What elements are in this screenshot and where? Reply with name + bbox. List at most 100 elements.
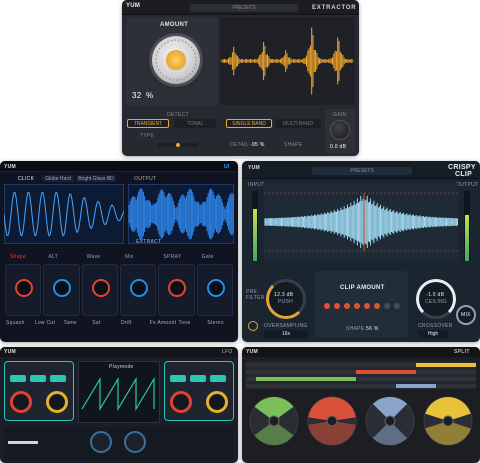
lfo-bottom-slider[interactable] bbox=[8, 441, 38, 444]
module-tile[interactable] bbox=[5, 264, 42, 316]
module-tab[interactable]: Shape bbox=[10, 254, 26, 260]
control-label: Fx Amount bbox=[149, 320, 177, 326]
module-tile[interactable] bbox=[120, 264, 157, 316]
module-knob[interactable] bbox=[130, 279, 149, 297]
clip-amount-dot[interactable] bbox=[344, 303, 350, 309]
lfo-left-section bbox=[4, 361, 74, 421]
gain-knob[interactable] bbox=[331, 121, 349, 139]
click-toggle[interactable]: CLICK bbox=[18, 176, 34, 182]
control-label: Low Cut bbox=[34, 320, 56, 326]
lfo-bottom-strip bbox=[4, 427, 234, 459]
brand-logo: YUM bbox=[126, 3, 141, 9]
mix-label: MIX bbox=[461, 312, 471, 318]
module-tile[interactable] bbox=[196, 264, 233, 316]
crispy-clip-plugin-window: YUM PRESETS CRISPY CLIP INPUT OUTPUT 12.… bbox=[242, 161, 480, 342]
lfo-right-button-2[interactable] bbox=[190, 375, 206, 382]
mode-single-band-button[interactable]: SINGLE BAND bbox=[226, 119, 272, 128]
lfo-left-button-2[interactable] bbox=[30, 375, 46, 382]
module-tab[interactable]: Gate bbox=[202, 254, 214, 260]
control-label: Tame bbox=[63, 320, 77, 326]
lfo-right-section bbox=[164, 361, 234, 421]
crossover-value: High bbox=[427, 331, 439, 337]
module-tiles bbox=[4, 264, 234, 316]
multiband-title: UI bbox=[224, 164, 230, 170]
control-label: Stereo bbox=[207, 320, 224, 326]
clip-title-line2: CLIP bbox=[455, 171, 473, 178]
lfo-title: LFO bbox=[222, 349, 233, 355]
input-meter bbox=[252, 191, 258, 261]
module-knob[interactable] bbox=[15, 279, 34, 297]
lfo-red-knob[interactable] bbox=[10, 391, 32, 413]
lfo-header bbox=[0, 347, 238, 357]
preset-b-label: Bright Glass BD bbox=[78, 175, 114, 182]
preset-a-label: Globe Hard bbox=[45, 175, 71, 182]
clip-amount-dots[interactable] bbox=[324, 303, 400, 309]
lfo-left-button-3[interactable] bbox=[50, 375, 66, 382]
lfo-bottom-knob-1[interactable] bbox=[90, 431, 112, 453]
amount-label: AMOUNT bbox=[160, 22, 189, 28]
lfo-right-button-3[interactable] bbox=[210, 375, 226, 382]
clip-wave-graphic bbox=[264, 192, 458, 252]
lfo-left-button-1[interactable] bbox=[10, 375, 26, 382]
control-label: Sat bbox=[92, 320, 101, 326]
oversampling-label: OVERSAMPLING bbox=[264, 323, 308, 329]
preset-a-dropdown[interactable]: Globe Hard bbox=[42, 175, 74, 182]
module-tab[interactable]: SPRAY bbox=[163, 254, 181, 260]
output-label: OUTPUT bbox=[134, 176, 157, 182]
clip-amount-dot[interactable] bbox=[374, 303, 380, 309]
clip-amount-dot[interactable] bbox=[334, 303, 340, 309]
control-label: Tone bbox=[178, 320, 191, 326]
gain-label: GAIN bbox=[333, 112, 347, 118]
module-tab[interactable]: ALT bbox=[48, 254, 58, 260]
shape-label: SHAPE bbox=[346, 326, 365, 332]
clip-amount-dot[interactable] bbox=[324, 303, 330, 309]
lfo-yellow-knob[interactable] bbox=[46, 391, 68, 413]
oversampling-dropdown[interactable]: 16x bbox=[264, 330, 308, 338]
type-label: TYPE bbox=[140, 133, 155, 139]
type-indicator-dot bbox=[176, 143, 180, 147]
clip-presets-dropdown[interactable]: PRESETS bbox=[312, 167, 412, 175]
module-knob[interactable] bbox=[53, 279, 72, 297]
module-tab[interactable]: Mix bbox=[125, 254, 134, 260]
mode-multi-band-button[interactable]: MULTI BAND bbox=[275, 119, 321, 128]
split-band-hub bbox=[442, 415, 454, 427]
lfo-yellow-knob-2[interactable] bbox=[206, 391, 228, 413]
control-label: Squash bbox=[6, 320, 25, 326]
split-band-knobs bbox=[249, 396, 473, 446]
clip-amount-dot[interactable] bbox=[354, 303, 360, 309]
extractor-plugin-window: YUM PRESETS EXTRACTOR AMOUNT 32 % DETECT… bbox=[122, 0, 359, 156]
output-wave-graphic bbox=[128, 188, 234, 240]
module-knob[interactable] bbox=[206, 279, 225, 297]
module-tile[interactable] bbox=[81, 264, 118, 316]
lfo-saw-graphic bbox=[81, 376, 155, 412]
detect-label: DETECT bbox=[167, 112, 189, 118]
presets-dropdown[interactable]: PRESETS bbox=[190, 4, 298, 12]
clip-amount-dot[interactable] bbox=[364, 303, 370, 309]
module-tab[interactable]: Wave bbox=[87, 254, 101, 260]
lfo-red-knob-2[interactable] bbox=[170, 391, 192, 413]
module-tile[interactable] bbox=[158, 264, 195, 316]
clip-amount-dot[interactable] bbox=[384, 303, 390, 309]
preset-b-dropdown[interactable]: Bright Glass BD bbox=[76, 175, 116, 182]
mode-transient-button[interactable]: TRANSIENT bbox=[127, 119, 169, 128]
control-label: Drift bbox=[121, 320, 132, 326]
lfo-bottom-knob-2[interactable] bbox=[124, 431, 146, 453]
clip-amount-dot[interactable] bbox=[394, 303, 400, 309]
module-knob[interactable] bbox=[168, 279, 187, 297]
module-knob[interactable] bbox=[91, 279, 110, 297]
shape-label: SHAPE bbox=[284, 142, 303, 148]
mode-tonal-button[interactable]: TONAL bbox=[174, 119, 216, 128]
multiband-header bbox=[0, 161, 238, 172]
crossover-dropdown[interactable]: High bbox=[418, 330, 448, 338]
type-indicator[interactable] bbox=[158, 143, 198, 147]
split-band-hub bbox=[268, 415, 280, 427]
crossover-label: CROSSOVER bbox=[418, 323, 453, 329]
output-meter bbox=[464, 191, 470, 261]
power-icon[interactable] bbox=[248, 321, 258, 331]
mode-transient-label: TRANSIENT bbox=[133, 120, 163, 127]
ceiling-label: CEILING bbox=[425, 299, 448, 305]
lfo-right-button-1[interactable] bbox=[170, 375, 186, 382]
input-wave-line bbox=[4, 191, 124, 237]
split-brand: YUM bbox=[246, 349, 259, 355]
module-tile[interactable] bbox=[43, 264, 80, 316]
